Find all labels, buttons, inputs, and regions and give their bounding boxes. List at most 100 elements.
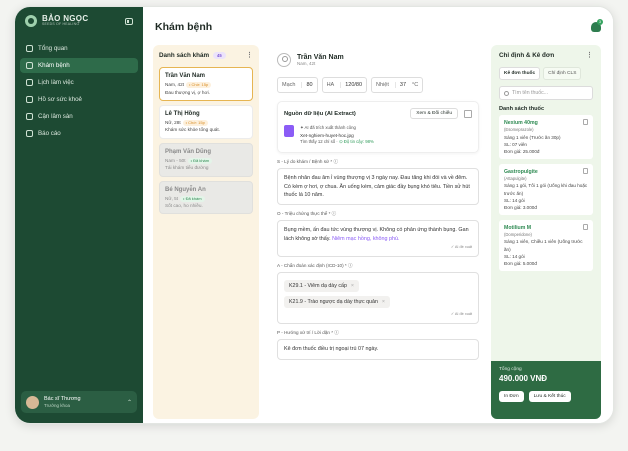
patient-name: Bé Nguyễn An	[165, 186, 206, 193]
sidebar-item-schedule[interactable]: Lịch làm việc	[20, 75, 138, 90]
drug-list-title: Danh sách thuốc	[499, 106, 545, 112]
folder-icon	[26, 96, 33, 103]
patient-card[interactable]: Lê Thị Hồng Nữ, 28t • Chờ: 15p Khám sức k…	[159, 104, 253, 139]
sidebar-item-label: Lịch làm việc	[38, 79, 74, 86]
stethoscope-icon	[26, 62, 33, 69]
more-icon[interactable]: ⋮	[586, 51, 593, 59]
avatar	[26, 395, 39, 409]
collapse-sidebar-icon[interactable]	[125, 17, 133, 25]
notification-badge: 3	[597, 19, 603, 25]
found-count: Tìm thấy 12 chỉ số	[300, 139, 336, 145]
patient-note: Khám sức khỏe tổng quát.	[165, 127, 220, 133]
close-icon: ×	[381, 299, 385, 306]
user-role: Trưởng khoa	[44, 402, 71, 408]
queue-title: Danh sách khám	[159, 51, 210, 59]
flask-icon	[26, 113, 33, 120]
status-badge: • Đã khám	[180, 195, 205, 203]
drug-search-input[interactable]: Tìm tên thuốc...	[499, 86, 593, 100]
calendar-icon	[26, 79, 33, 86]
patient-note: Đau thượng vị, ợ hơi.	[165, 89, 210, 95]
trash-icon[interactable]	[583, 119, 588, 125]
total-label: Tổng cộng	[499, 367, 522, 372]
ai-status: ✦ AI đã trích xuất thành công	[300, 125, 356, 130]
user-icon	[277, 53, 291, 67]
compare-button[interactable]: Xem & Đối chiếu	[410, 108, 458, 119]
more-icon[interactable]: ⋮	[246, 51, 253, 59]
patient-card[interactable]: Bé Nguyễn An Nữ, 5t • Đã khám Sốt cao, ho…	[159, 180, 253, 215]
tab-prescription[interactable]: Kê đơn thuốc	[499, 67, 541, 80]
trash-icon[interactable]	[464, 109, 472, 118]
sidebar-nav: Tổng quan Khám bệnh Lịch làm việc Hồ sơ …	[15, 41, 143, 141]
patient-note: Tái khám tiểu đường	[165, 165, 209, 171]
patient-note: Sốt cao, ho nhiều.	[165, 203, 203, 209]
home-icon	[26, 45, 33, 52]
patient-meta: Nữ, 5t	[165, 195, 179, 201]
drug-item[interactable]: Motilium M (Domperidone) Sáng 1 viên, Ch…	[499, 219, 593, 271]
orders-title: Chỉ định & Kê đơn	[499, 51, 555, 59]
orders-panel: Chỉ định & Kê đơn ⋮ Kê đơn thuốc Chỉ địn…	[491, 45, 601, 419]
sidebar-item-reports[interactable]: Báo cáo	[20, 126, 138, 141]
blood-pressure-field[interactable]: HA 120/80	[321, 77, 368, 93]
trash-icon[interactable]	[583, 223, 588, 230]
trash-icon[interactable]	[583, 167, 588, 174]
sidebar-item-paraclinical[interactable]: Cận lâm sàn	[20, 109, 138, 124]
sidebar-item-label: Khám bệnh	[38, 62, 70, 69]
diagnosis-chip[interactable]: K21.9 - Trào ngược dạ dày thực quản ×	[284, 296, 390, 309]
sidebar-item-health-records[interactable]: Hồ sơ sức khoẻ	[20, 92, 138, 107]
close-icon: ×	[350, 283, 355, 290]
brand: BẢO NGỌC SEEDS OF HEALING	[15, 7, 143, 35]
sidebar-item-overview[interactable]: Tổng quan	[20, 41, 138, 56]
assessment-label: A - Chẩn đoán xác định (ICD-10) * ⓘ	[277, 263, 353, 269]
patient-meta: Nam, 42t	[165, 82, 185, 88]
objective-textarea[interactable]: Bụng mềm, ấn đau tức vùng thượng vị. Khô…	[277, 220, 479, 258]
main-content: Khám bệnh 3 Danh sách khám 45 ⋮ Trần Văn…	[143, 7, 613, 423]
ai-suggest-tag: ✓ AI đề xuất	[450, 245, 472, 250]
save-finish-button[interactable]: Lưu & Kết thúc	[528, 391, 571, 402]
print-button[interactable]: In Đơn	[499, 391, 524, 402]
exam-panel: Trần Văn Nam Nam, 42t Mạch 80 HA 120/80 Nh…	[273, 45, 483, 419]
vitals-row: Mạch 80 HA 120/80 Nhiệt 37 °C	[277, 77, 479, 93]
patient-name: Phạm Văn Dũng	[165, 148, 212, 155]
total-value: 490.000 VNĐ	[499, 374, 548, 383]
patient-card[interactable]: Phạm Văn Dũng Nam - 50t • Đã khám Tái khá…	[159, 142, 253, 177]
plan-label: P - Hướng xử trí / Lời dặn * ⓘ	[277, 330, 339, 336]
user-menu[interactable]: Bác sĩ Thương Trưởng khoa ⌃	[21, 391, 137, 413]
tab-cls[interactable]: Chỉ định CLS	[543, 67, 582, 80]
patient-card[interactable]: Trần Văn Nam Nam, 42t • Chờ: 15p Đau thượ…	[159, 67, 253, 101]
status-badge: • Chờ: 15p	[182, 120, 208, 127]
drug-item[interactable]: Gastropulgite (Attapulgite) Sáng 1 gói, …	[499, 163, 593, 215]
patient-meta: Nữ, 28t	[165, 120, 181, 126]
drug-item[interactable]: Nexium 40mg (Esomeprazole) Sáng 1 viên (…	[499, 115, 593, 159]
diagnosis-chip[interactable]: K29.1 - Viêm dạ dày cấp ×	[284, 280, 360, 293]
app-window: BẢO NGỌC SEEDS OF HEALING Tổng quan Khám…	[14, 6, 614, 424]
file-icon	[284, 125, 294, 137]
sidebar-item-label: Báo cáo	[38, 130, 61, 137]
status-badge: • Chờ: 15p	[186, 82, 212, 89]
subjective-label: S - Lý do khám / Bệnh sử * ⓘ	[277, 159, 339, 165]
sidebar-item-examination[interactable]: Khám bệnh	[20, 58, 138, 73]
chart-icon	[26, 130, 33, 137]
sidebar: BẢO NGỌC SEEDS OF HEALING Tổng quan Khám…	[15, 7, 143, 423]
queue-count-badge: 45	[213, 51, 226, 59]
objective-label: O - Triệu chứng thực thể * ⓘ	[277, 211, 337, 217]
status-badge: • Đã khám	[187, 158, 213, 165]
patient-header-name: Trần Văn Nam	[297, 54, 344, 61]
diagnosis-field[interactable]: K29.1 - Viêm dạ dày cấp × K21.9 - Trào ng…	[277, 272, 479, 325]
plan-textarea[interactable]: Kê đơn thuốc điều trị ngoại trú 07 ngày.	[277, 339, 479, 360]
sidebar-item-label: Tổng quan	[38, 45, 68, 52]
logo-icon	[25, 15, 37, 27]
ai-suggest-tag: ✓ AI đề xuất	[450, 312, 472, 317]
chevron-updown-icon: ⌃	[126, 399, 132, 406]
search-icon	[504, 90, 509, 96]
source-title: Nguồn dữ liệu (AI Extract)	[284, 110, 356, 117]
patient-name: Lê Thị Hồng	[165, 110, 200, 117]
queue-panel: Danh sách khám 45 ⋮ Trần Văn Nam Nam, 42…	[153, 45, 259, 419]
pulse-field[interactable]: Mạch 80	[277, 77, 318, 93]
subjective-textarea[interactable]: Bệnh nhân đau âm ỉ vùng thượng vị 3 ngày…	[277, 168, 479, 206]
user-name: Bác sĩ Thương	[44, 396, 81, 403]
patient-header-meta: Nam, 42t	[297, 61, 316, 66]
sidebar-item-label: Hồ sơ sức khoẻ	[38, 96, 82, 103]
temperature-field[interactable]: Nhiệt 37 °C	[371, 77, 424, 93]
sidebar-item-label: Cận lâm sàn	[38, 113, 73, 120]
file-name[interactable]: Xet-nghiem-huyet-hoc.jpg	[300, 132, 374, 140]
